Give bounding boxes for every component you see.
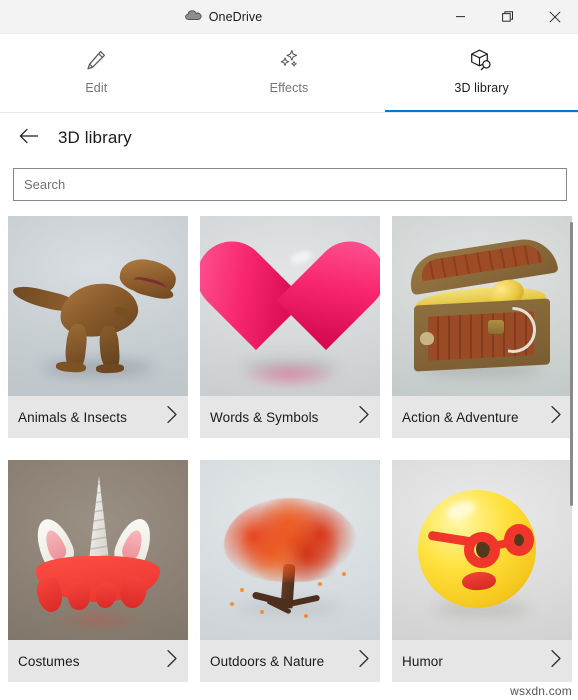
tab-edit-label: Edit: [85, 81, 108, 95]
category-label: Costumes: [18, 653, 80, 669]
category-card-label-bar[interactable]: Animals & Insects: [8, 396, 188, 438]
category-card-label-bar[interactable]: Outdoors & Nature: [200, 640, 380, 682]
tree-canopy: [224, 498, 358, 582]
unicorn-mane-tuft: [67, 581, 91, 611]
minimize-button[interactable]: [437, 0, 484, 34]
chevron-right-icon: [166, 649, 178, 673]
thumbnail-t-rex-dinosaur: [8, 216, 188, 396]
category-card-label-bar[interactable]: Words & Symbols: [200, 396, 380, 438]
tab-edit[interactable]: Edit: [0, 34, 193, 112]
page-title: 3D library: [58, 128, 132, 147]
thumb-background: [8, 460, 188, 640]
window-controls: [437, 0, 578, 34]
falling-leaf: [260, 610, 264, 614]
category-card-label-bar[interactable]: Humor: [392, 640, 572, 682]
tab-3d-library-label: 3D library: [454, 81, 509, 95]
heart-reflection: [242, 362, 338, 388]
mode-tab-bar: Edit Effects 3D library: [0, 34, 578, 113]
cube-search-icon: [465, 45, 499, 75]
category-label: Animals & Insects: [18, 409, 127, 425]
chevron-right-icon: [166, 405, 178, 429]
chevron-right-icon: [550, 405, 562, 429]
category-card-humor[interactable]: Humor: [392, 460, 572, 682]
heart-shape: [226, 246, 354, 362]
thumbnail-autumn-tree: [200, 460, 380, 640]
tab-edit-underline: [0, 110, 193, 112]
glasses-lens-right: [504, 524, 534, 556]
sparkles-icon: [272, 45, 306, 75]
thumb-background: [392, 460, 572, 640]
category-card-animals-insects[interactable]: Animals & Insects: [8, 216, 188, 438]
category-label: Outdoors & Nature: [210, 653, 325, 669]
scrollbar-thumb[interactable]: [570, 222, 573, 506]
thumbnail-emoji-with-glasses: [392, 460, 572, 640]
category-label: Humor: [402, 653, 444, 669]
thumbnail-treasure-chest: [392, 216, 572, 396]
thumb-background: [200, 460, 380, 640]
restore-button[interactable]: [484, 0, 531, 34]
category-card-outdoors-nature[interactable]: Outdoors & Nature: [200, 460, 380, 682]
thumb-background: [392, 216, 572, 396]
chest-skull-ornament: [420, 332, 434, 345]
category-card-costumes[interactable]: Costumes: [8, 460, 188, 682]
falling-leaf: [304, 614, 308, 618]
tab-effects-underline: [193, 110, 386, 112]
close-button[interactable]: [531, 0, 578, 34]
window-title: OneDrive: [208, 9, 263, 24]
unicorn-mane-tuft: [94, 581, 118, 609]
title-bar: OneDrive: [0, 0, 578, 34]
category-label: Action & Adventure: [402, 409, 519, 425]
falling-leaf: [342, 572, 346, 576]
tab-effects-label: Effects: [269, 81, 309, 95]
back-button[interactable]: [12, 122, 46, 154]
category-card-label-bar[interactable]: Costumes: [8, 640, 188, 682]
chevron-right-icon: [550, 649, 562, 673]
category-card-label-bar[interactable]: Action & Adventure: [392, 396, 572, 438]
category-label: Words & Symbols: [210, 409, 319, 425]
thumbnail-unicorn-horn-headband: [8, 460, 188, 640]
thumb-background: [200, 216, 380, 396]
watermark: wsxdn.com: [510, 684, 572, 698]
pencil-icon: [79, 45, 113, 75]
vertical-scrollbar[interactable]: [566, 216, 578, 700]
onedrive-3d-library-window: OneDrive Edit Effects 3D library 3D libr…: [0, 0, 578, 700]
window-title-group: OneDrive: [175, 8, 263, 26]
search-input[interactable]: [13, 168, 567, 201]
thumb-background: [8, 216, 188, 396]
tab-3d-library-underline: [385, 109, 578, 112]
glasses-lens-left: [464, 532, 500, 568]
arrow-left-icon: [19, 128, 39, 149]
page-header: 3D library: [0, 114, 578, 162]
chest-lock: [488, 320, 504, 334]
falling-leaf: [240, 588, 244, 592]
search-field-wrapper: [13, 168, 567, 201]
chevron-right-icon: [358, 649, 370, 673]
onedrive-cloud-icon: [184, 8, 202, 26]
category-card-action-adventure[interactable]: Action & Adventure: [392, 216, 572, 438]
thumbnail-pink-heart: [200, 216, 380, 396]
tab-3d-library[interactable]: 3D library: [385, 34, 578, 112]
falling-leaf: [318, 582, 322, 586]
library-category-grid: Animals & Insects Words & Symbols Action…: [8, 216, 572, 700]
chevron-right-icon: [358, 405, 370, 429]
category-card-words-symbols[interactable]: Words & Symbols: [200, 216, 380, 438]
unicorn-horn-ridges: [88, 476, 110, 568]
falling-leaf: [230, 602, 234, 606]
tab-effects[interactable]: Effects: [193, 34, 386, 112]
unicorn-reflection: [56, 610, 142, 630]
